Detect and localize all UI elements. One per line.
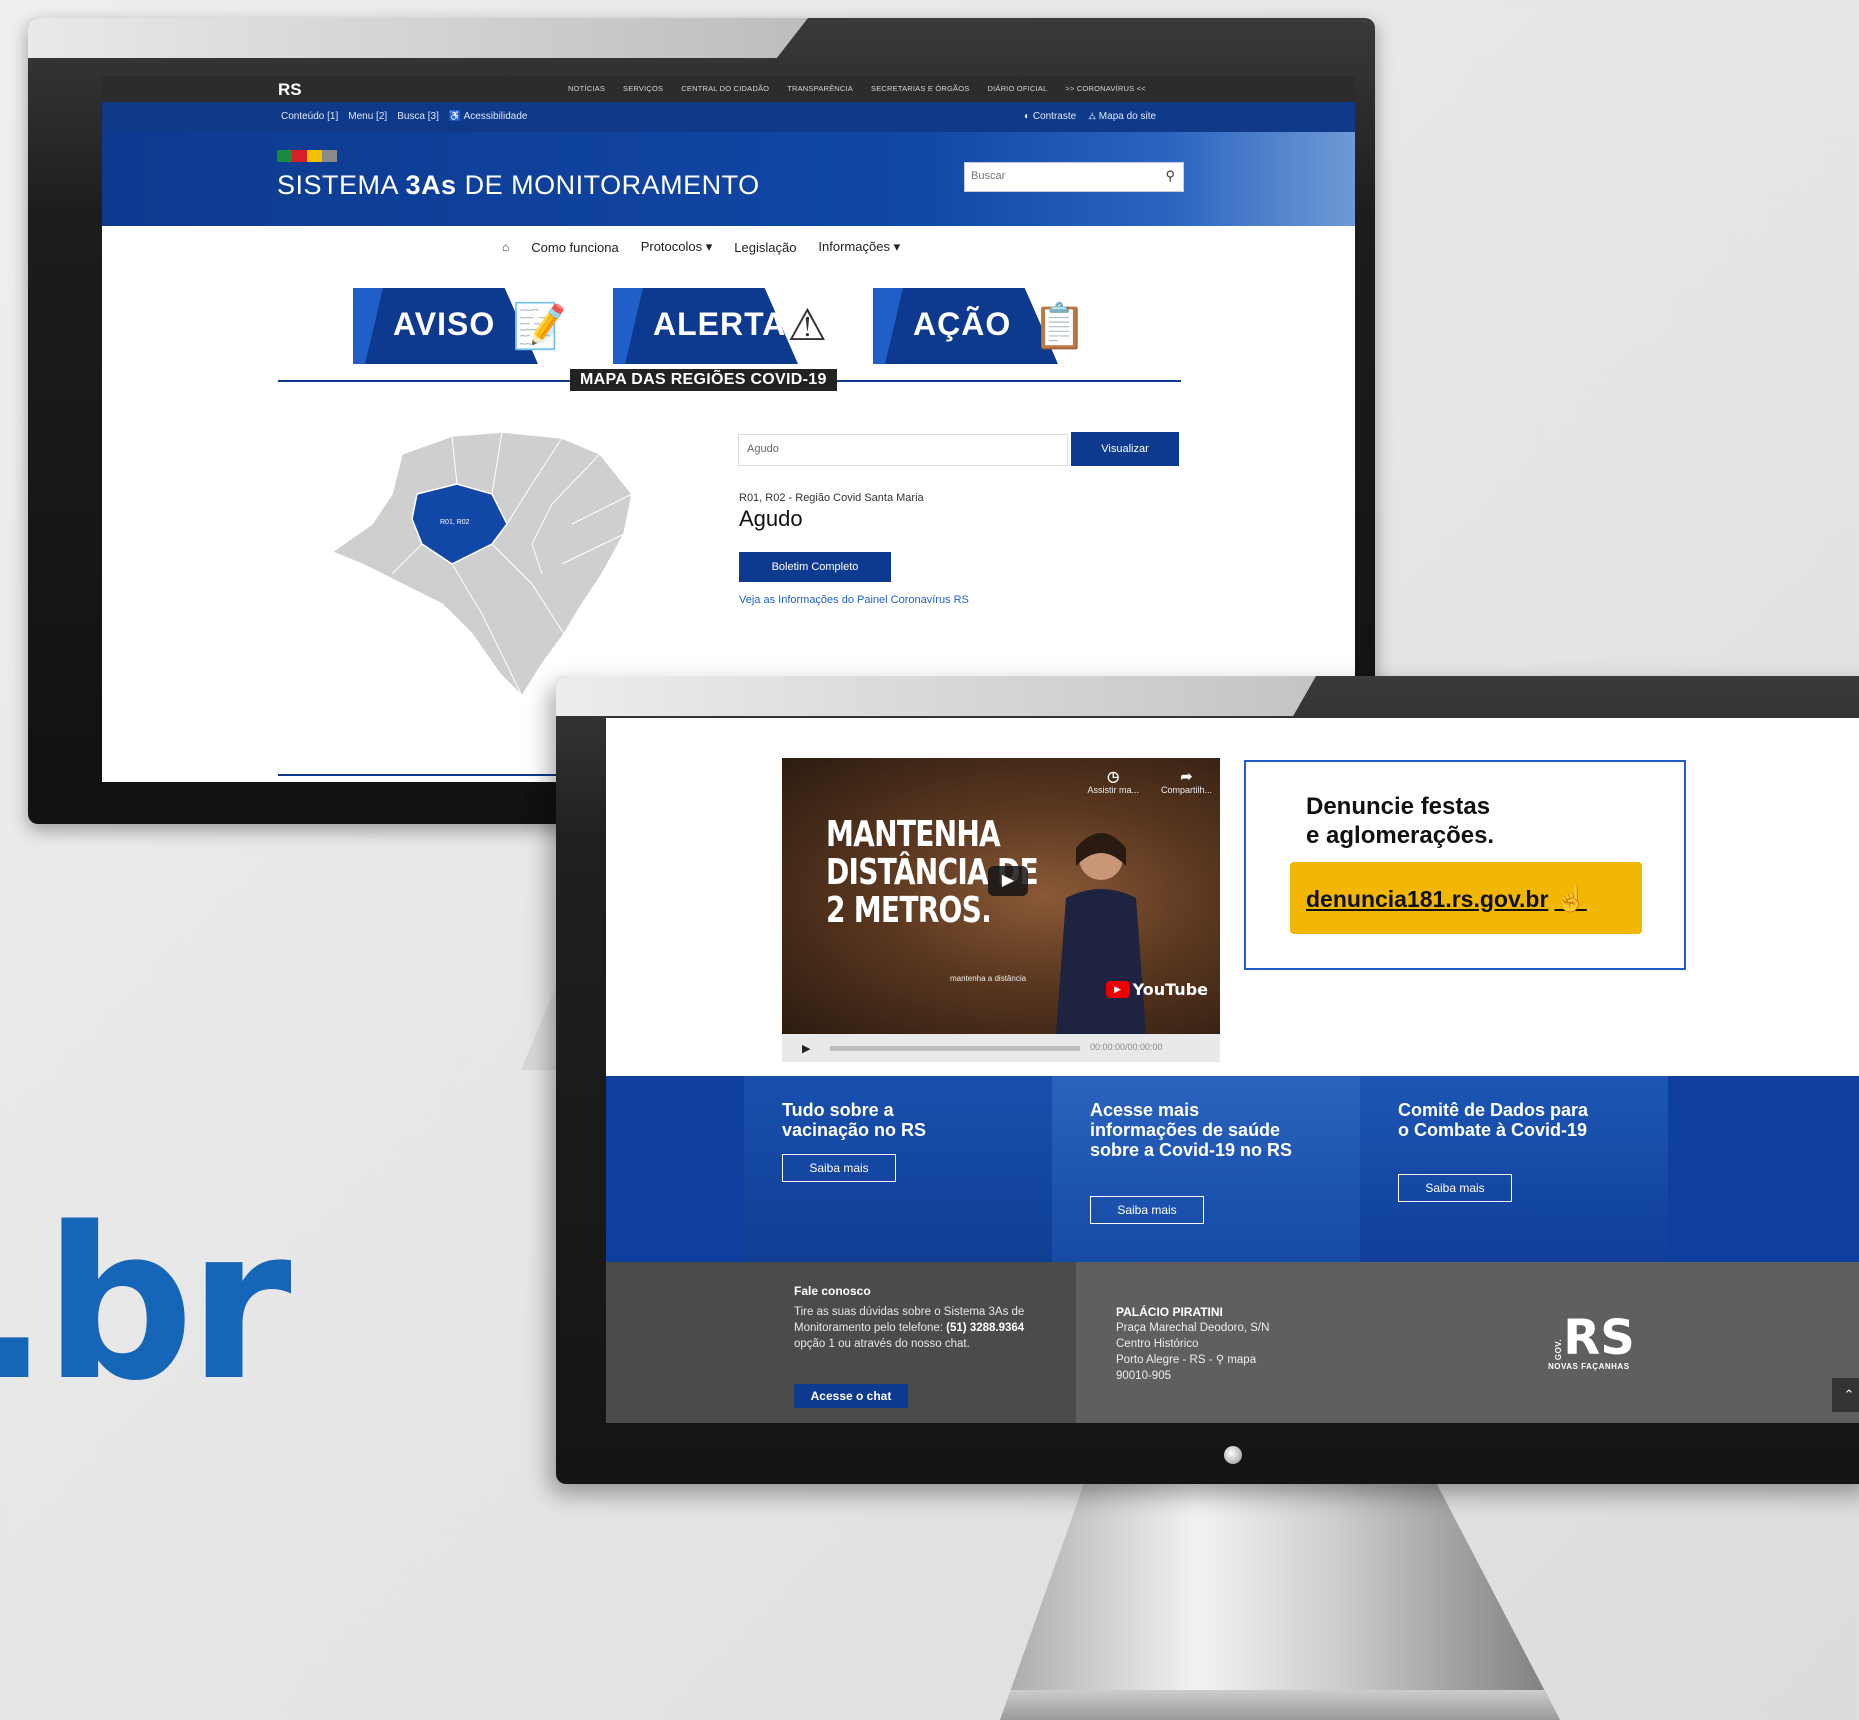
pointer-hand-icon: ☝ xyxy=(1554,882,1587,913)
youtube-logo[interactable]: ▶ YouTube xyxy=(1105,980,1208,999)
main-nav: ⌂ Como funciona Protocolos ▾ Legislação … xyxy=(502,239,900,255)
top-nav-transparencia[interactable]: TRANSPARÊNCIA xyxy=(787,84,853,93)
front-monitor-screen: MANTENHA DISTÂNCIA DE 2 METROS. ▶ ◷ Assis… xyxy=(606,718,1859,1423)
accessibility-link[interactable]: ♿ Acessibilidade xyxy=(449,111,528,122)
municipality-select xyxy=(738,434,1068,466)
report-link-button[interactable]: denuncia181.rs.gov.br ☝ xyxy=(1290,862,1642,934)
full-bulletin-button[interactable]: Boletim Completo xyxy=(739,552,891,582)
nav-legislacao[interactable]: Legislação xyxy=(734,240,796,255)
rs-logo[interactable]: RS xyxy=(278,80,302,100)
map-state-outline xyxy=(332,431,633,698)
presenter-figure xyxy=(1056,833,1146,1034)
top-nav-secretarias[interactable]: SECRETARIAS E ÓRGÃOS xyxy=(871,84,969,93)
skip-to-content-link[interactable]: Conteúdo [1] xyxy=(281,111,338,122)
skip-to-search-link[interactable]: Busca [3] xyxy=(397,111,439,122)
skip-to-menu-link[interactable]: Menu [2] xyxy=(348,111,387,122)
contact-block: Fale conosco Tire as suas dúvidas sobre … xyxy=(794,1284,1034,1352)
nav-protocolos[interactable]: Protocolos ▾ xyxy=(641,239,713,255)
rs-region-map[interactable]: R01, R02 xyxy=(332,424,662,704)
notepad-icon: 📝 xyxy=(512,302,567,351)
video-time: 00:00:00/00:00:00 xyxy=(1090,1042,1163,1052)
promo-vaccination-title: Tudo sobre a vacinação no RS xyxy=(782,1100,927,1140)
clock-icon: ◷ xyxy=(1107,768,1120,784)
contact-text: Tire as suas dúvidas sobre o Sistema 3As… xyxy=(794,1306,1025,1350)
map-link[interactable]: Porto Alegre - RS - ⚲ mapa xyxy=(1116,1352,1336,1368)
video-top-actions: ◷ Assistir ma... ➦ Compartilh... xyxy=(1087,768,1212,795)
site-title: SISTEMA 3As DE MONITORAMENTO xyxy=(277,170,760,200)
promo-vaccination: Tudo sobre a vacinação no RS Saiba mais xyxy=(744,1076,1052,1262)
promo-health-info-title: Acesse mais informações de saúde sobre a… xyxy=(1090,1100,1293,1160)
card-aviso-label: AVISO xyxy=(393,306,496,342)
site-header: SISTEMA 3As DE MONITORAMENTO ⚲ xyxy=(102,132,1355,226)
monitor-bezel-highlight xyxy=(28,18,808,58)
city-name: Agudo xyxy=(739,506,803,531)
front-monitor-stand xyxy=(1000,1484,1560,1720)
card-acao[interactable]: AÇÃO 📋 xyxy=(873,288,1095,364)
scroll-to-top-button[interactable]: ⌃ xyxy=(1832,1378,1859,1412)
gov-top-nav: NOTÍCIAS SERVIÇOS CENTRAL DO CIDADÃO TRA… xyxy=(568,84,1146,93)
gov-rs-footer-logo: GOV.RS NOVAS FAÇANHAS xyxy=(1548,1310,1635,1371)
video-controls: ▶ 00:00:00/00:00:00 xyxy=(782,1034,1220,1062)
top-nav-central-cidadao[interactable]: CENTRAL DO CIDADÃO xyxy=(681,84,769,93)
card-acao-label: AÇÃO xyxy=(913,306,1012,342)
promo-band: Tudo sobre a vacinação no RS Saiba mais … xyxy=(606,1076,1859,1262)
promo-vaccination-button[interactable]: Saiba mais xyxy=(782,1154,896,1182)
accessibility-bar: Conteúdo [1] Menu [2] Busca [3] ♿ Acessi… xyxy=(102,102,1355,132)
header-search: ⚲ xyxy=(964,162,1184,192)
watch-later-button[interactable]: ◷ Assistir ma... xyxy=(1087,768,1139,795)
section-divider: MAPA DAS REGIÕES COVID-19 xyxy=(278,369,1181,391)
sitemap-link[interactable]: ⛼ Mapa do site xyxy=(1088,111,1156,124)
play-icon[interactable]: ▶ xyxy=(988,866,1028,896)
contrast-toggle[interactable]: ◐ Contraste xyxy=(1024,111,1076,124)
palace-title: PALÁCIO PIRATINI xyxy=(1116,1305,1223,1319)
youtube-play-icon: ▶ xyxy=(1105,981,1130,998)
video-play-button[interactable]: ▶ xyxy=(802,1042,810,1055)
phone-number: (51) 3288.9364 xyxy=(946,1322,1025,1334)
top-nav-servicos[interactable]: SERVIÇOS xyxy=(623,84,663,93)
card-aviso[interactable]: AVISO 📝 xyxy=(353,288,575,364)
promo-health-info-button[interactable]: Saiba mais xyxy=(1090,1196,1204,1224)
view-button[interactable]: Visualizar xyxy=(1071,432,1179,466)
promo-data-committee-title: Comitê de Dados para o Combate à Covid-1… xyxy=(1398,1100,1589,1140)
top-nav-coronavirus[interactable]: >> CORONAVÍRUS << xyxy=(1065,84,1145,93)
section-title: MAPA DAS REGIÕES COVID-19 xyxy=(570,369,837,391)
search-icon[interactable]: ⚲ xyxy=(1165,168,1175,184)
share-button[interactable]: ➦ Compartilh... xyxy=(1161,768,1212,795)
card-alerta-label: ALERTA xyxy=(653,306,787,342)
youtube-video-player[interactable]: MANTENHA DISTÂNCIA DE 2 METROS. ▶ ◷ Assis… xyxy=(782,758,1220,1034)
brand-domain-text: .br xyxy=(0,1182,292,1427)
alert-level-cards: AVISO 📝 ALERTA ⚠ AÇÃO 📋 xyxy=(353,288,1095,364)
region-subtitle: R01, R02 - Região Covid Santa Maria xyxy=(739,492,924,504)
search-input[interactable] xyxy=(965,163,1147,189)
warning-icon: ⚠ xyxy=(787,301,827,350)
address-block: PALÁCIO PIRATINI Praça Marechal Deodoro,… xyxy=(1116,1304,1336,1384)
rs-flag-stripes xyxy=(277,150,337,162)
open-chat-button[interactable]: Acesse o chat xyxy=(794,1384,908,1408)
promo-data-committee: Comitê de Dados para o Combate à Covid-1… xyxy=(1360,1076,1668,1262)
coronavirus-panel-link[interactable]: Veja as Informações do Painel Coronavíru… xyxy=(739,594,969,606)
top-nav-diario-oficial[interactable]: DIÁRIO OFICIAL xyxy=(987,84,1047,93)
home-icon[interactable]: ⌂ xyxy=(502,240,509,254)
promo-health-info: Acesse mais informações de saúde sobre a… xyxy=(1052,1076,1360,1262)
report-gatherings-box: Denuncie festas e aglomerações. denuncia… xyxy=(1244,760,1686,970)
gov-top-bar: RS NOTÍCIAS SERVIÇOS CENTRAL DO CIDADÃO … xyxy=(102,76,1355,102)
contact-title: Fale conosco xyxy=(794,1284,871,1298)
nav-informacoes[interactable]: Informações ▾ xyxy=(818,239,900,255)
front-monitor: MANTENHA DISTÂNCIA DE 2 METROS. ▶ ◷ Assis… xyxy=(556,676,1859,1484)
report-title: Denuncie festas e aglomerações. xyxy=(1306,793,1495,849)
monitor-bezel-highlight xyxy=(556,676,1316,716)
card-alerta[interactable]: ALERTA ⚠ xyxy=(613,288,835,364)
video-progress-track[interactable] xyxy=(830,1046,1080,1051)
site-footer: Fale conosco Tire as suas dúvidas sobre … xyxy=(606,1262,1859,1423)
share-icon: ➦ xyxy=(1180,768,1193,784)
promo-data-committee-button[interactable]: Saiba mais xyxy=(1398,1174,1512,1202)
power-button[interactable] xyxy=(1224,1446,1242,1464)
clipboard-check-icon: 📋 xyxy=(1032,302,1087,351)
map-label-selected: R01, R02 xyxy=(440,519,470,526)
municipality-input[interactable] xyxy=(739,435,1055,463)
nav-como-funciona[interactable]: Como funciona xyxy=(531,240,618,255)
top-nav-noticias[interactable]: NOTÍCIAS xyxy=(568,84,605,93)
video-subtitle: mantenha a distância xyxy=(950,974,1027,983)
